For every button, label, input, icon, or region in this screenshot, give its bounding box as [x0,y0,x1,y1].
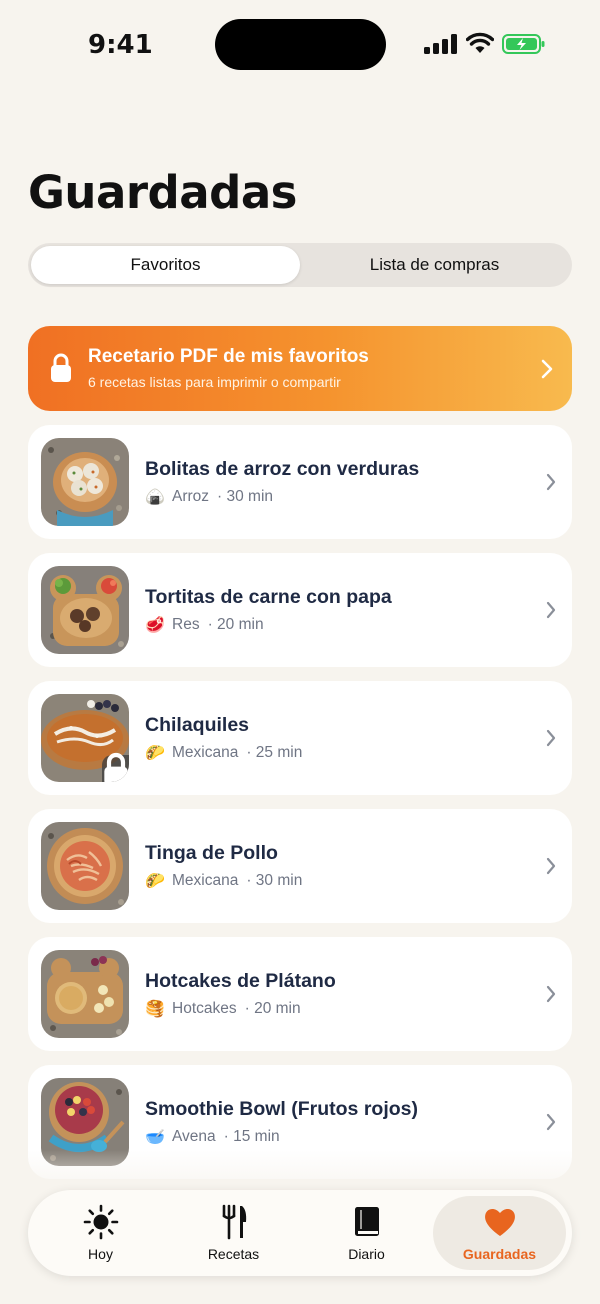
page-title: Guardadas [28,166,297,219]
status-bar: 9:41 [0,0,600,90]
category-icon: 🥣 [145,1127,165,1146]
chevron-right-icon [546,729,556,747]
category-icon: 🥩 [145,615,165,634]
recipe-time: · 15 min [223,1127,280,1145]
chevron-right-icon [546,1113,556,1131]
tab-guardadas[interactable]: Guardadas [433,1196,566,1270]
category-icon: 🍙 [145,487,165,506]
recipe-photo [41,438,129,526]
tab-recetas[interactable]: Recetas [167,1196,300,1270]
chevron-right-icon [546,857,556,875]
recipe-category: Hotcakes [172,999,237,1017]
recipe-category: Avena [172,1127,216,1145]
favorites-list: Bolitas de arroz con verduras 🍙 Arroz · … [28,425,572,1193]
recipe-category: Mexicana [172,743,239,761]
tab-label: Diario [348,1246,385,1262]
chevron-right-icon [546,473,556,491]
tab-diario[interactable]: Diario [300,1196,433,1270]
recipe-name: Chilaquiles [145,714,250,736]
lock-icon [51,353,71,382]
recipe-card[interactable]: Hotcakes de Plátano 🥞 Hotcakes · 20 min [28,937,572,1051]
recipe-card[interactable]: Tortitas de carne con papa 🥩 Res · 20 mi… [28,553,572,667]
recipe-meta: 🍙 Arroz · 30 min [145,487,279,506]
recipe-category: Res [172,615,200,633]
recipe-meta: 🥣 Avena · 15 min [145,1127,286,1146]
recipe-time: · 30 min [246,871,303,889]
category-icon: 🌮 [145,871,165,890]
chevron-right-icon [546,985,556,1003]
segmented-control: Favoritos Lista de compras [28,243,572,287]
wifi-icon [466,32,494,53]
recipe-meta: 🌮 Mexicana · 30 min [145,871,308,890]
status-time: 9:41 [88,30,153,60]
chevron-right-icon [546,601,556,619]
recipe-meta: 🥞 Hotcakes · 20 min [145,999,307,1018]
category-icon: 🌮 [145,743,165,762]
tab-label: Hoy [88,1246,113,1262]
recipe-photo [41,822,129,910]
tab-lista-de-compras[interactable]: Lista de compras [300,246,569,284]
recipe-time: · 30 min [217,487,274,505]
recipe-name: Smoothie Bowl (Frutos rojos) [145,1098,418,1120]
recipe-name: Bolitas de arroz con verduras [145,458,420,480]
recipe-photo [41,566,129,654]
tab-favoritos[interactable]: Favoritos [31,246,300,284]
tab-bar: Hoy Recetas Diario Guardadas [28,1190,572,1276]
banner-title: Recetario PDF de mis favoritos [88,346,369,367]
recipe-card[interactable]: Chilaquiles 🌮 Mexicana · 25 min [28,681,572,795]
recipe-meta: 🥩 Res · 20 min [145,615,270,634]
recipe-time: · 20 min [207,615,264,633]
recipe-category: Mexicana [172,871,239,889]
sun-icon [83,1204,118,1240]
pdf-cookbook-banner[interactable]: Recetario PDF de mis favoritos 6 recetas… [28,326,572,411]
chevron-right-icon [541,359,553,379]
dynamic-island [215,19,386,70]
tab-hoy[interactable]: Hoy [34,1196,167,1270]
heart-icon [484,1208,515,1236]
tab-label: Guardadas [462,1246,537,1262]
recipe-card[interactable]: Tinga de Pollo 🌮 Mexicana · 30 min [28,809,572,923]
book-icon [354,1207,379,1236]
recipe-name: Hotcakes de Plátano [145,970,336,992]
recipe-time: · 25 min [246,743,303,761]
recipe-name: Tortitas de carne con papa [145,586,392,608]
recipe-meta: 🌮 Mexicana · 25 min [145,743,308,762]
recipe-card[interactable]: Bolitas de arroz con verduras 🍙 Arroz · … [28,425,572,539]
banner-subtitle: 6 recetas listas para imprimir o compart… [88,374,341,390]
tab-label: Recetas [207,1246,260,1262]
battery-icon [502,34,545,54]
recipe-category: Arroz [172,487,210,505]
lock-icon [104,752,128,782]
recipe-name: Tinga de Pollo [145,842,278,864]
recipe-photo [41,694,129,782]
cellular-signal-icon [424,34,457,54]
recipe-photo [41,950,129,1038]
locked-badge [102,752,129,782]
recipe-time: · 20 min [244,999,301,1017]
category-icon: 🥞 [145,999,165,1018]
fork-knife-icon [222,1204,246,1240]
